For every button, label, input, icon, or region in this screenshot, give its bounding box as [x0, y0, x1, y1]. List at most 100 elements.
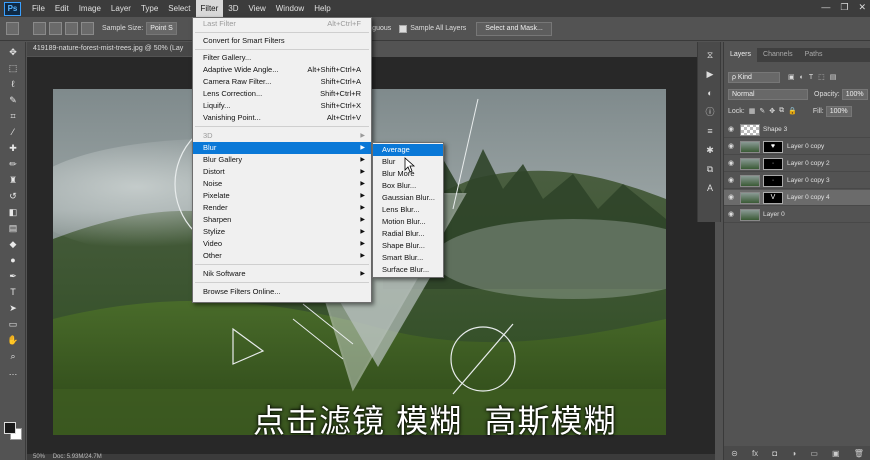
- menu-select[interactable]: Select: [163, 0, 195, 17]
- type-tool-icon[interactable]: T: [6, 286, 20, 298]
- adjustments-panel-icon[interactable]: ◐: [703, 87, 717, 99]
- menu-filter[interactable]: Filter: [195, 0, 224, 17]
- layer-row[interactable]: ◉ Shape 3: [724, 122, 870, 138]
- menu-item-render[interactable]: Render ▶: [193, 202, 371, 214]
- tab-channels[interactable]: Channels: [757, 48, 799, 62]
- brush-panel-icon[interactable]: ✱: [703, 144, 717, 156]
- filter-shape-icon[interactable]: ⬚: [818, 73, 825, 81]
- menu-item-noise[interactable]: Noise ▶: [193, 178, 371, 190]
- menu-item-sharpen[interactable]: Sharpen ▶: [193, 214, 371, 226]
- menu-item-camera-raw[interactable]: Camera Raw Filter... Shift+Ctrl+A: [193, 76, 371, 88]
- menu-window[interactable]: Window: [271, 0, 309, 17]
- mask-icon[interactable]: ◘: [772, 449, 777, 458]
- quick-select-tool-icon[interactable]: [6, 22, 19, 35]
- lock-brush-icon[interactable]: ✎: [759, 107, 765, 115]
- properties-panel-icon[interactable]: ≡: [703, 125, 717, 137]
- clone-stamp-icon[interactable]: ♜: [6, 174, 20, 186]
- close-icon[interactable]: ✕: [858, 2, 866, 13]
- zoom-tool-icon[interactable]: ⌕: [6, 350, 20, 362]
- fx-icon[interactable]: fx: [752, 449, 758, 458]
- menu-edit[interactable]: Edit: [50, 0, 74, 17]
- path-select-icon[interactable]: ➤: [6, 302, 20, 314]
- zoom-level[interactable]: 50%: [33, 454, 45, 460]
- submenu-item-gaussian-blur[interactable]: Gaussian Blur...: [373, 192, 443, 204]
- subtract-selection-icon[interactable]: [65, 22, 78, 35]
- dodge-tool-icon[interactable]: ●: [6, 254, 20, 266]
- menu-item-nik-software[interactable]: Nik Software ▶: [193, 268, 371, 280]
- eraser-tool-icon[interactable]: ◧: [6, 206, 20, 218]
- filter-image-icon[interactable]: ▣: [788, 73, 795, 81]
- menu-item-other[interactable]: Other ▶: [193, 250, 371, 262]
- maximize-icon[interactable]: ❐: [840, 2, 848, 13]
- submenu-item-motion-blur[interactable]: Motion Blur...: [373, 216, 443, 228]
- tab-layers[interactable]: Layers: [724, 48, 758, 62]
- filter-type-icon[interactable]: T: [809, 74, 813, 81]
- quick-select-tool-icon[interactable]: ✎: [6, 94, 20, 106]
- more-tools-icon[interactable]: …: [6, 366, 20, 378]
- brush-tool-icon[interactable]: ✏: [6, 158, 20, 170]
- filter-smart-icon[interactable]: ▤: [830, 73, 837, 81]
- menu-item-distort[interactable]: Distort ▶: [193, 166, 371, 178]
- new-layer-icon[interactable]: ▣: [832, 449, 840, 458]
- crop-tool-icon[interactable]: ⌗: [6, 110, 20, 122]
- menu-item-liquify[interactable]: Liquify... Shift+Ctrl+X: [193, 100, 371, 112]
- history-brush-icon[interactable]: ↺: [6, 190, 20, 202]
- select-and-mask-button[interactable]: Select and Mask...: [476, 21, 552, 36]
- filter-adjust-icon[interactable]: ◐: [800, 74, 804, 81]
- visibility-eye-icon[interactable]: ◉: [728, 160, 736, 168]
- submenu-item-surface-blur[interactable]: Surface Blur...: [373, 264, 443, 276]
- menu-item-vanishing-point[interactable]: Vanishing Point... Alt+Ctrl+V: [193, 112, 371, 124]
- menu-item-blur-gallery[interactable]: Blur Gallery ▶: [193, 154, 371, 166]
- gradient-tool-icon[interactable]: ▤: [6, 222, 20, 234]
- menu-item-adaptive-wide-angle[interactable]: Adaptive Wide Angle... Alt+Shift+Ctrl+A: [193, 64, 371, 76]
- layer-mask-thumbnail[interactable]: ·: [763, 174, 783, 187]
- history-panel-icon[interactable]: ⧖: [703, 49, 717, 61]
- layer-row[interactable]: ◉ ♥ Layer 0 copy: [724, 139, 870, 155]
- play-action-icon[interactable]: ▶: [703, 68, 717, 80]
- info-panel-icon[interactable]: ⓘ: [703, 106, 717, 118]
- menu-item-lens-correction[interactable]: Lens Correction... Shift+Ctrl+R: [193, 88, 371, 100]
- menu-image[interactable]: Image: [74, 0, 106, 17]
- menu-help[interactable]: Help: [309, 0, 335, 17]
- add-selection-icon[interactable]: [49, 22, 62, 35]
- intersect-selection-icon[interactable]: [81, 22, 94, 35]
- lock-pixels-icon[interactable]: ▦: [749, 107, 756, 115]
- move-tool-icon[interactable]: ✥: [6, 46, 20, 58]
- layer-mask-thumbnail[interactable]: ♥: [763, 140, 783, 153]
- visibility-eye-icon[interactable]: ◉: [728, 126, 736, 134]
- blur-tool-icon[interactable]: ◆: [6, 238, 20, 250]
- new-selection-icon[interactable]: [33, 22, 46, 35]
- layer-mask-thumbnail[interactable]: ·: [763, 157, 783, 170]
- menu-file[interactable]: File: [27, 0, 50, 17]
- visibility-eye-icon[interactable]: ◉: [728, 143, 736, 151]
- lock-artboard-icon[interactable]: ⧉: [779, 107, 784, 115]
- menu-layer[interactable]: Layer: [106, 0, 136, 17]
- menu-item-video[interactable]: Video ▶: [193, 238, 371, 250]
- submenu-item-lens-blur[interactable]: Lens Blur...: [373, 204, 443, 216]
- shape-tool-icon[interactable]: ▭: [6, 318, 20, 330]
- group-icon[interactable]: ▭: [810, 449, 818, 458]
- menu-item-convert-smart-filters[interactable]: Convert for Smart Filters: [193, 35, 371, 47]
- trash-icon[interactable]: 🗑: [854, 449, 864, 458]
- menu-item-filter-gallery[interactable]: Filter Gallery...: [193, 52, 371, 64]
- layer-row[interactable]: ◉ · Layer 0 copy 2: [724, 156, 870, 172]
- layer-mask-thumbnail[interactable]: V: [763, 191, 783, 204]
- lock-all-icon[interactable]: 🔒: [788, 107, 797, 115]
- hand-tool-icon[interactable]: ✋: [6, 334, 20, 346]
- pen-tool-icon[interactable]: ✒: [6, 270, 20, 282]
- sample-all-layers-checkbox[interactable]: [399, 24, 408, 33]
- submenu-item-average[interactable]: Average: [373, 144, 443, 156]
- menu-item-pixelate[interactable]: Pixelate ▶: [193, 190, 371, 202]
- minimize-icon[interactable]: —: [821, 2, 830, 13]
- eyedropper-tool-icon[interactable]: ⁄: [6, 126, 20, 138]
- menu-view[interactable]: View: [244, 0, 271, 17]
- layer-row-selected[interactable]: ◉ V Layer 0 copy 4: [724, 190, 870, 206]
- marquee-tool-icon[interactable]: ⬚: [6, 62, 20, 74]
- healing-brush-icon[interactable]: ✚: [6, 142, 20, 154]
- opacity-input[interactable]: 100%: [841, 88, 868, 100]
- visibility-eye-icon[interactable]: ◉: [728, 194, 736, 202]
- tab-paths[interactable]: Paths: [799, 48, 829, 62]
- sample-size-select[interactable]: Point S: [146, 22, 177, 35]
- fill-input[interactable]: 100%: [825, 105, 852, 117]
- lock-move-icon[interactable]: ✥: [769, 107, 775, 115]
